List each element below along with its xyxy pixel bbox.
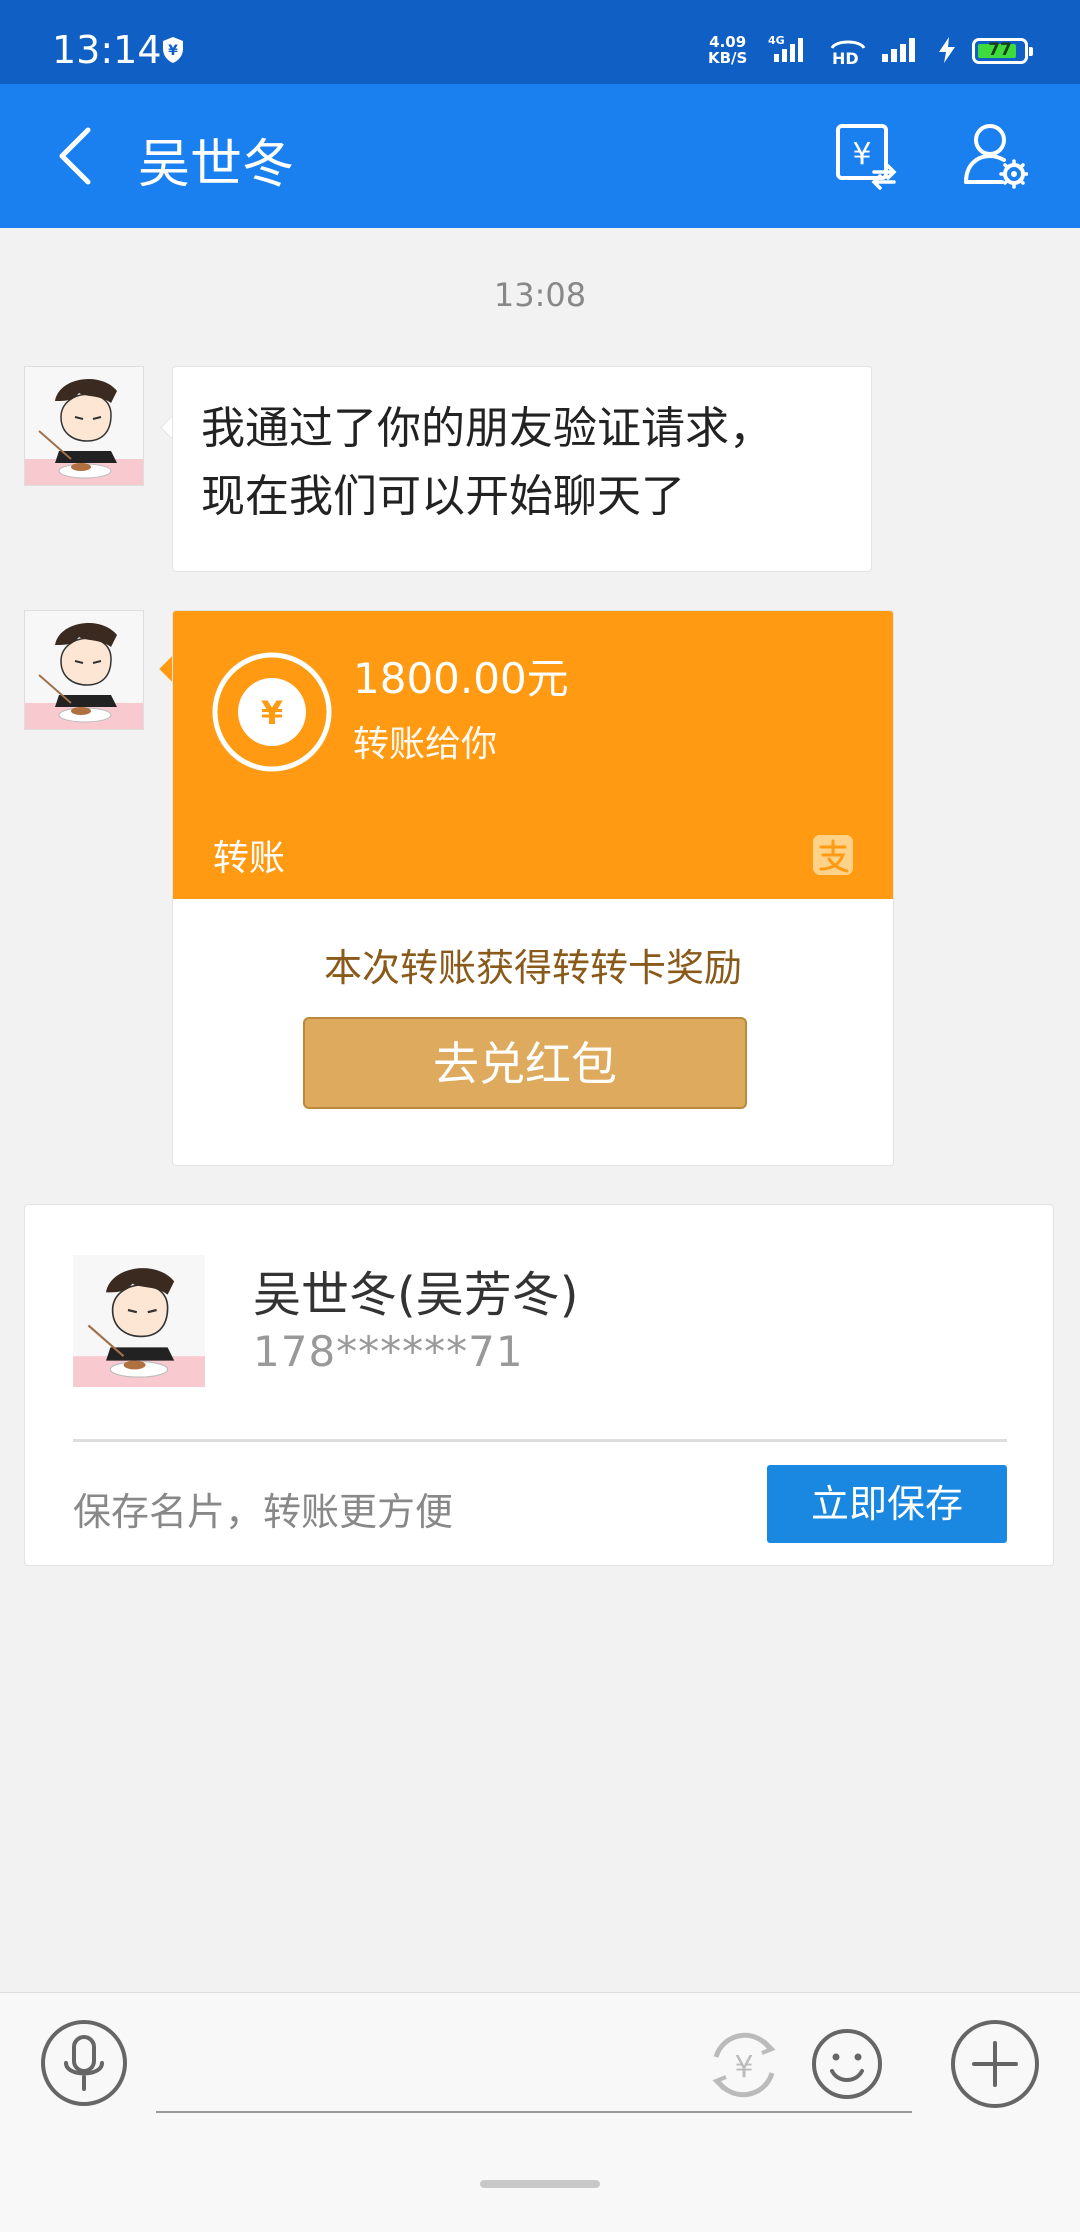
save-contact-hint: 保存名片，转账更方便 xyxy=(73,1490,454,1534)
message-line: 我通过了你的朋友验证请求， xyxy=(201,403,773,454)
shield-icon: ¥ xyxy=(163,37,183,63)
home-indicator[interactable] xyxy=(480,2180,600,2188)
avatar[interactable] xyxy=(24,610,144,730)
alipay-logo-icon xyxy=(813,835,853,875)
transfer-card[interactable]: ¥ 1800.00元 转账给你 转账 本次转账获得转转卡奖励 去兑红包 xyxy=(172,610,894,1166)
avatar[interactable] xyxy=(24,366,144,486)
divider xyxy=(73,1439,1007,1442)
plus-icon[interactable] xyxy=(950,2019,1040,2109)
network-speed: 4.09 KB/S xyxy=(708,33,748,67)
signal-4g-icon: 4G xyxy=(768,34,803,62)
back-arrow-icon[interactable] xyxy=(50,124,100,188)
message-input-bar: ¥ xyxy=(0,1992,1080,2137)
chat-header: 吴世冬 ¥ xyxy=(0,84,1080,228)
svg-text:¥: ¥ xyxy=(734,2050,753,2085)
system-nav-bar xyxy=(0,2136,1080,2232)
battery-icon: 77 xyxy=(972,38,1033,64)
yen-circle-icon[interactable]: ¥ xyxy=(706,2027,782,2103)
contact-name: 吴世冬(吴芳冬) xyxy=(253,1267,579,1323)
signal-icon xyxy=(882,38,915,62)
svg-text:HD: HD xyxy=(832,49,859,66)
status-time: 13:14 xyxy=(52,28,162,72)
message-input[interactable] xyxy=(156,2111,912,2113)
chat-title: 吴世冬 xyxy=(138,135,295,195)
svg-text:¥: ¥ xyxy=(852,137,871,172)
text-message[interactable]: 我通过了你的朋友验证请求， 现在我们可以开始聊天了 xyxy=(172,366,872,572)
transfer-label: 转账 xyxy=(213,838,286,879)
contact-phone: 178******71 xyxy=(253,1327,524,1376)
contact-avatar[interactable] xyxy=(73,1255,205,1387)
contact-card: 吴世冬(吴芳冬) 178******71 保存名片，转账更方便 立即保存 xyxy=(24,1204,1054,1566)
redeem-red-packet-button[interactable]: 去兑红包 xyxy=(303,1017,747,1109)
svg-text:¥: ¥ xyxy=(261,694,283,732)
transfer-amount: 1800.00元 xyxy=(353,654,569,703)
svg-text:4G: 4G xyxy=(768,34,785,47)
status-bar: 13:14 ¥ 4.09 KB/S 4G HD 77 xyxy=(0,0,1080,84)
microphone-icon[interactable] xyxy=(40,2019,128,2107)
transfer-coin-icon: ¥ xyxy=(212,652,332,772)
transfer-header[interactable]: ¥ 1800.00元 转账给你 转账 xyxy=(173,611,893,899)
save-now-button[interactable]: 立即保存 xyxy=(767,1465,1007,1543)
message-timestamp: 13:08 xyxy=(493,276,587,314)
smiley-icon[interactable] xyxy=(810,2027,884,2101)
user-settings-icon[interactable] xyxy=(962,120,1028,190)
transfer-subtitle: 转账给你 xyxy=(353,724,498,765)
charging-icon xyxy=(939,37,955,63)
message-line: 现在我们可以开始聊天了 xyxy=(201,471,685,522)
hd-icon: HD xyxy=(830,40,866,66)
svg-text:¥: ¥ xyxy=(168,43,178,59)
reward-text: 本次转账获得转转卡奖励 xyxy=(323,946,742,990)
transfer-yen-icon[interactable]: ¥ xyxy=(834,120,898,190)
